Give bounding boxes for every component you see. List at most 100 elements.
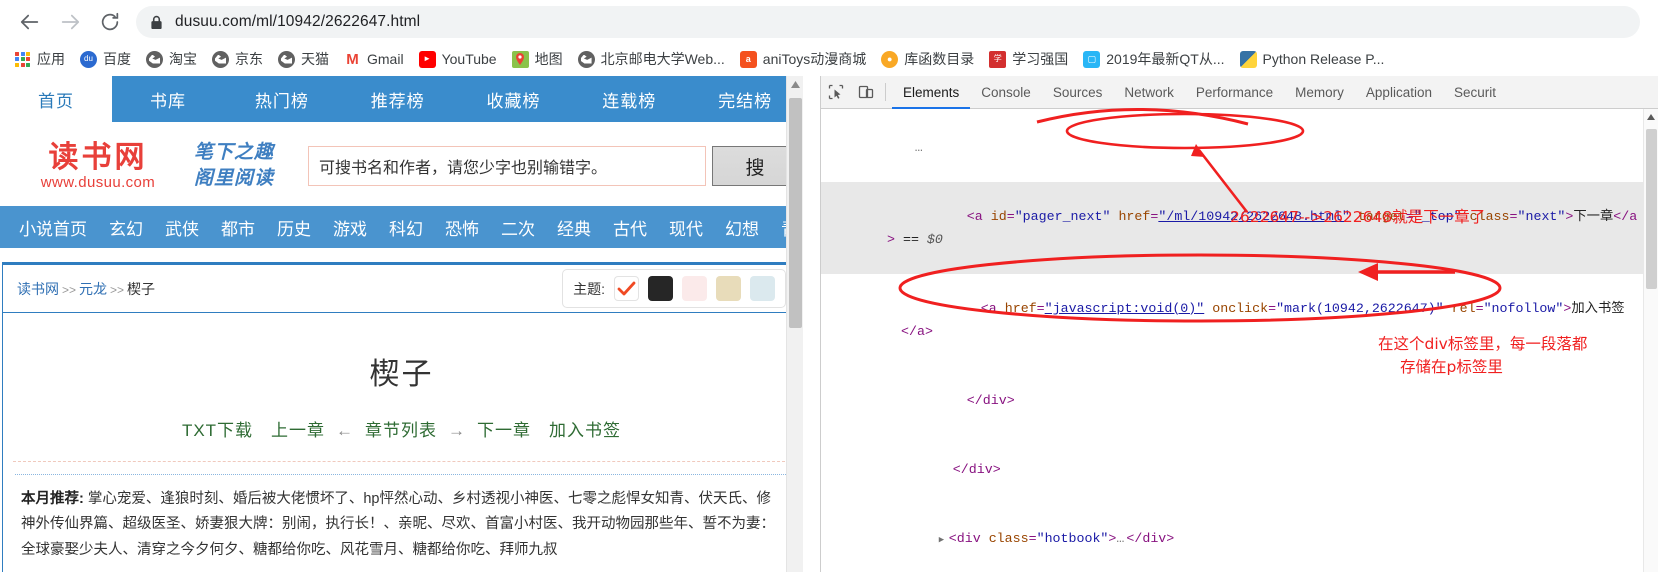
browser-chrome: dusuu.com/ml/10942/2622647.html 应用 du 百度: [0, 0, 1658, 76]
category-fantasy[interactable]: 幻想: [714, 215, 770, 240]
theme-swatch-beige[interactable]: [716, 276, 741, 301]
add-bookmark-link[interactable]: 加入书签: [540, 421, 630, 440]
bookmark-label: 地图: [534, 51, 563, 67]
dom-row-ellipsis[interactable]: …: [821, 113, 1658, 182]
dom-row-hotbook[interactable]: ▶ <div class="hotbook">…</div>: [821, 504, 1658, 572]
breadcrumb-book[interactable]: 元龙: [79, 281, 107, 297]
category-history[interactable]: 历史: [266, 215, 322, 240]
maps-pin-icon: [511, 50, 529, 68]
devtools-scrollbar[interactable]: [1643, 109, 1658, 572]
tab-security[interactable]: Securit: [1443, 76, 1507, 109]
category-xuanhuan[interactable]: 玄幻: [98, 215, 154, 240]
search-area: 搜: [308, 146, 798, 186]
web-page: 首页 书库 热门榜 推荐榜 收藏榜 连载榜 完结榜 读书网 www.dusuu.…: [0, 76, 803, 572]
bookmark-label: 百度: [103, 51, 131, 67]
bookmark-anitoys[interactable]: a aniToys动漫商城: [734, 47, 875, 71]
category-nav: 小说首页 玄幻 武侠 都市 历史 游戏 科幻 恐怖 二次 经典 古代 现代 幻想…: [0, 206, 803, 248]
bookmark-qt[interactable]: ▢ 2019年最新QT从...: [1077, 47, 1233, 71]
bookmark-gmail[interactable]: M Gmail: [338, 49, 413, 70]
category-wuxia[interactable]: 武侠: [154, 215, 210, 240]
bookmarks-bar: 应用 du 百度 淘宝 京东 天猫 M Gmail ► YouTube 地图 北…: [0, 44, 1658, 74]
bookmark-python[interactable]: Python Release P...: [1234, 49, 1394, 70]
topnav-item-hot[interactable]: 热门榜: [224, 76, 340, 122]
bookmark-bupt[interactable]: 北京邮电大学Web...: [572, 47, 734, 71]
bookmark-jd[interactable]: 京东: [206, 47, 272, 71]
back-button[interactable]: [10, 2, 50, 42]
tab-performance[interactable]: Performance: [1185, 76, 1284, 109]
elements-tree[interactable]: … <a id="pager_next" href="/ml/10942/262…: [821, 109, 1658, 572]
topnav-item-favorites[interactable]: 收藏榜: [456, 76, 572, 122]
category-novel-home[interactable]: 小说首页: [8, 215, 98, 240]
bookmark-libfunc[interactable]: ● 库函数目录: [875, 47, 983, 71]
theme-swatch-white[interactable]: [614, 276, 639, 301]
topnav-item-serial[interactable]: 连载榜: [571, 76, 687, 122]
category-horror[interactable]: 恐怖: [434, 215, 490, 240]
expand-triangle-icon[interactable]: ▶: [939, 529, 949, 552]
reload-button[interactable]: [90, 2, 130, 42]
bookmark-label: 学习强国: [1012, 51, 1069, 67]
page-scrollbar-thumb[interactable]: [789, 98, 802, 328]
recommend-text[interactable]: 掌心宠爱、逢狼时刻、婚后被大佬惯坏了、hp怦然心动、乡村透视小神医、七零之彪悍女…: [21, 491, 775, 558]
category-classic[interactable]: 经典: [546, 215, 602, 240]
theme-swatch-black[interactable]: [648, 276, 673, 301]
toc-link[interactable]: 章节列表: [356, 421, 446, 440]
dom-row-pager-next[interactable]: <a id="pager_next" href="/ml/10942/26226…: [821, 182, 1658, 274]
category-modern[interactable]: 现代: [658, 215, 714, 240]
tab-memory[interactable]: Memory: [1284, 76, 1355, 109]
topnav-item-recommend[interactable]: 推荐榜: [340, 76, 456, 122]
address-bar[interactable]: dusuu.com/ml/10942/2622647.html: [136, 6, 1640, 38]
category-game[interactable]: 游戏: [322, 215, 378, 240]
tab-elements[interactable]: Elements: [892, 76, 970, 109]
search-input[interactable]: [308, 146, 706, 186]
theme-swatch-pink[interactable]: [682, 276, 707, 301]
theme-swatch-blue[interactable]: [750, 276, 775, 301]
page-scrollbar[interactable]: [786, 76, 803, 572]
site-logo[interactable]: 读书网 www.dusuu.com: [22, 141, 174, 191]
scroll-up-arrow-icon[interactable]: [1644, 109, 1658, 124]
node-text: 加入书签: [1571, 301, 1625, 316]
bookmark-tmall[interactable]: 天猫: [272, 47, 338, 71]
tag-close: </div>: [952, 462, 1001, 477]
next-chapter-link[interactable]: 下一章: [468, 421, 540, 440]
bookmark-xuexi[interactable]: 学 学习强国: [983, 47, 1077, 71]
dom-row-add-bookmark[interactable]: <a href="javascript:void(0)" onclick="ma…: [821, 274, 1658, 366]
attr-id: id: [990, 209, 1007, 224]
forward-button[interactable]: [50, 2, 90, 42]
category-urban[interactable]: 都市: [210, 215, 266, 240]
bookmark-baidu[interactable]: du 百度: [74, 47, 140, 71]
scroll-up-arrow-icon[interactable]: [787, 76, 803, 93]
attr-href-value[interactable]: "javascript:void(0)": [1045, 301, 1205, 316]
category-ancient[interactable]: 古代: [602, 215, 658, 240]
bookmark-taobao[interactable]: 淘宝: [140, 47, 206, 71]
tab-application[interactable]: Application: [1355, 76, 1443, 109]
divider: [885, 83, 886, 101]
category-scifi[interactable]: 科幻: [378, 215, 434, 240]
globe-icon: [212, 50, 229, 68]
prev-chapter-link[interactable]: 上一章: [262, 421, 334, 440]
tab-network[interactable]: Network: [1113, 76, 1185, 109]
slogan-line-2: 阁里阅读: [194, 168, 275, 189]
devtools-scrollbar-thumb[interactable]: [1646, 129, 1657, 289]
category-erci[interactable]: 二次: [490, 215, 546, 240]
dom-row-close-div[interactable]: </div>: [821, 435, 1658, 504]
attr-rel-value: "nofollow": [1483, 301, 1564, 316]
chapter-header: 读书网 >> 元龙 >> 楔子 主题:: [3, 265, 800, 313]
attr-onclick-value: "mark(10942,2622647)": [1276, 301, 1444, 316]
topnav-item-home[interactable]: 首页: [0, 76, 112, 122]
topnav-item-library[interactable]: 书库: [112, 76, 224, 122]
bookmark-youtube[interactable]: ► YouTube: [413, 49, 506, 70]
dom-row-close-div[interactable]: </div>: [821, 366, 1658, 435]
bookmark-label: Python Release P...: [1262, 51, 1385, 67]
attr-class-value: "hotbook": [1036, 531, 1109, 546]
bookmark-maps[interactable]: 地图: [506, 47, 572, 71]
selected-node-ref: $0: [926, 232, 943, 247]
breadcrumb-root[interactable]: 读书网: [17, 281, 59, 297]
tab-console[interactable]: Console: [970, 76, 1042, 109]
attr-href-value[interactable]: "/ml/10942/2622648.html": [1158, 209, 1350, 224]
bookmark-apps[interactable]: 应用: [8, 47, 74, 71]
attr-onclick: onclick: [1212, 301, 1269, 316]
txt-download-link[interactable]: TXT下载: [173, 421, 262, 440]
device-toolbar-icon[interactable]: [851, 76, 881, 109]
inspect-element-icon[interactable]: [821, 76, 851, 109]
tab-sources[interactable]: Sources: [1042, 76, 1114, 109]
